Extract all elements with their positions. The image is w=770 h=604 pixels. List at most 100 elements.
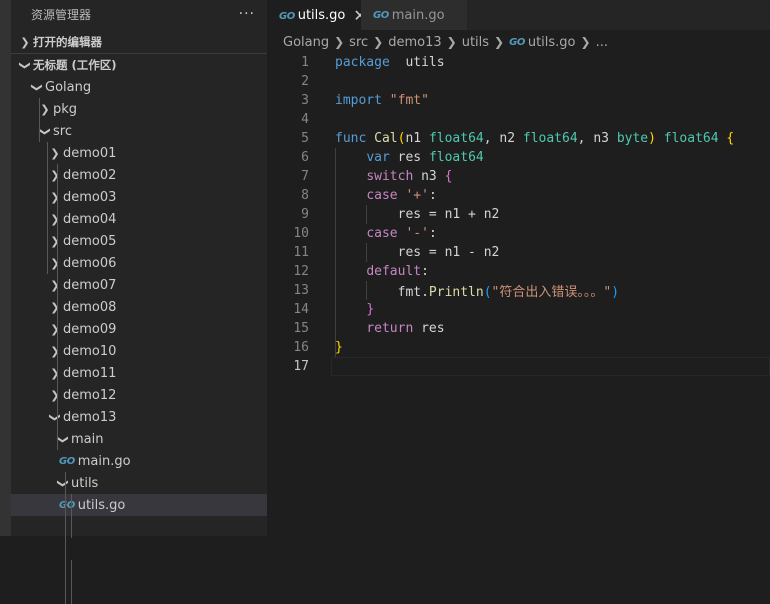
tree-item-label: demo01 bbox=[63, 145, 117, 161]
tree-folder-item[interactable]: ❯ demo07 bbox=[11, 274, 267, 296]
code-line[interactable]: 6 var res float64 bbox=[267, 148, 770, 167]
tree-folder-item[interactable]: ❯ demo10 bbox=[11, 340, 267, 362]
code-line[interactable]: 1 package utils bbox=[267, 53, 770, 72]
code-text: func Cal(n1 float64, n2 float64, n3 byte… bbox=[335, 131, 734, 146]
tree-folder-item[interactable]: ❯ demo03 bbox=[11, 186, 267, 208]
code-editor[interactable]: 1 package utils 2 3 import "fmt" 4 5 func Cal(n… bbox=[267, 53, 770, 376]
chevron-right-icon: ❯ bbox=[50, 234, 60, 248]
code-token: return bbox=[366, 321, 414, 336]
line-number: 7 bbox=[301, 169, 309, 184]
chevron-right-icon: ❯ bbox=[334, 35, 345, 49]
line-number: 2 bbox=[301, 74, 309, 89]
tab-label: main.go bbox=[391, 7, 445, 23]
code-token: , n2 bbox=[483, 131, 523, 146]
code-token: ) bbox=[611, 285, 620, 300]
code-line[interactable]: 5 func Cal(n1 float64, n2 float64, n3 byt… bbox=[267, 129, 770, 148]
code-line[interactable]: 12 default: bbox=[267, 262, 770, 281]
code-token: '+' bbox=[405, 188, 429, 203]
code-text: res = n1 + n2 bbox=[335, 207, 500, 222]
tree-item-label: utils.go bbox=[77, 497, 126, 513]
code-line[interactable]: 9 res = n1 + n2 bbox=[267, 205, 770, 224]
code-line[interactable]: 3 import "fmt" bbox=[267, 91, 770, 110]
code-line[interactable]: 8 case '+': bbox=[267, 186, 770, 205]
chevron-right-icon: ❯ bbox=[50, 190, 60, 204]
line-number: 16 bbox=[293, 340, 309, 355]
tree-folder-item[interactable]: ❯ Golang bbox=[11, 76, 267, 98]
code-token: var bbox=[366, 150, 390, 165]
tree-item-label: demo11 bbox=[63, 365, 117, 381]
code-token: } bbox=[335, 340, 343, 355]
code-line[interactable]: 14 } bbox=[267, 300, 770, 319]
breadcrumb-item[interactable]: demo13 bbox=[388, 35, 441, 50]
code-line[interactable]: 7 switch n3 { bbox=[267, 167, 770, 186]
code-line[interactable]: 2 bbox=[267, 72, 770, 91]
tree-item-label: demo08 bbox=[63, 299, 117, 315]
code-line[interactable]: 17 bbox=[267, 357, 770, 376]
tree-file-item[interactable]: GO main.go bbox=[11, 450, 267, 472]
tree-folder-item[interactable]: ❯ main bbox=[11, 428, 267, 450]
code-token: float64 bbox=[663, 131, 719, 146]
file-tree: ❯ Golang ❯ pkg ❯ src ❯ demo01 ❯ demo02 ❯ demo03 ❯ dem… bbox=[11, 76, 267, 604]
tree-item-label: main.go bbox=[77, 453, 131, 469]
tree-indent-guide bbox=[57, 164, 58, 450]
go-file-icon: GO bbox=[59, 455, 75, 467]
workspace-section[interactable]: ❯ 无标题 (工作区) bbox=[11, 54, 267, 76]
code-line[interactable]: 10 case '-': bbox=[267, 224, 770, 243]
open-editors-section[interactable]: ❯ 打开的编辑器 bbox=[11, 31, 267, 54]
code-text: case '+': bbox=[335, 188, 437, 203]
code-token: , n3 bbox=[577, 131, 617, 146]
tree-folder-item[interactable]: ❯ demo12 bbox=[11, 384, 267, 406]
tab-utils-go[interactable]: GOutils.go ✕ bbox=[267, 0, 367, 30]
line-number: 9 bbox=[301, 207, 309, 222]
tree-folder-item[interactable]: ❯ utils bbox=[11, 472, 267, 494]
chevron-right-icon: ❯ bbox=[50, 278, 60, 292]
code-token: : bbox=[428, 188, 437, 203]
tree-folder-item[interactable]: ❯ src bbox=[11, 120, 267, 142]
tree-folder-item[interactable]: ❯ demo05 bbox=[11, 230, 267, 252]
tree-folder-item[interactable]: ❯ demo06 bbox=[11, 252, 267, 274]
code-line[interactable]: 4 bbox=[267, 110, 770, 129]
tree-folder-item[interactable]: ❯ demo01 bbox=[11, 142, 267, 164]
breadcrumb-item[interactable]: utils.go bbox=[528, 35, 576, 50]
tree-folder-item[interactable]: ❯ demo04 bbox=[11, 208, 267, 230]
tree-folder-item[interactable]: ❯ pkg bbox=[11, 98, 267, 120]
more-actions-icon[interactable]: ··· bbox=[239, 6, 255, 22]
tree-folder-item[interactable]: ❯ demo09 bbox=[11, 318, 267, 340]
tree-folder-item[interactable]: ❯ demo08 bbox=[11, 296, 267, 318]
tree-item-label: demo09 bbox=[63, 321, 117, 337]
code-line[interactable]: 16} bbox=[267, 338, 770, 357]
tree-item-label: Golang bbox=[45, 79, 92, 95]
breadcrumb-item[interactable]: src bbox=[349, 35, 368, 50]
tree-folder-item[interactable]: ❯ demo13 bbox=[11, 406, 267, 428]
breadcrumb-item[interactable]: Golang bbox=[283, 35, 329, 50]
code-line[interactable]: 11 res = n1 - n2 bbox=[267, 243, 770, 262]
line-number: 17 bbox=[293, 359, 309, 374]
code-line[interactable]: 13 fmt.Println("符合出入错误。。。") bbox=[267, 281, 770, 300]
tree-file-item[interactable]: GO utils.go bbox=[11, 494, 267, 516]
code-token: package bbox=[335, 55, 390, 70]
tree-item-label: demo03 bbox=[63, 189, 117, 205]
code-token: : bbox=[421, 264, 429, 279]
code-token: case bbox=[366, 226, 398, 241]
line-number: 3 bbox=[301, 93, 309, 108]
tree-folder-item[interactable]: ❯ demo02 bbox=[11, 164, 267, 186]
chevron-right-icon: ❯ bbox=[50, 256, 60, 270]
tab-main-go[interactable]: GO main.go bbox=[361, 0, 467, 30]
explorer-header: 资源管理器 ··· bbox=[11, 0, 267, 28]
breadcrumb-item[interactable]: ... bbox=[596, 35, 608, 50]
chevron-down-icon: ❯ bbox=[56, 434, 70, 444]
code-line[interactable]: 15 return res bbox=[267, 319, 770, 338]
code-text: switch n3 { bbox=[335, 169, 452, 184]
tree-indent-guide bbox=[71, 494, 72, 538]
tree-item-label: demo02 bbox=[63, 167, 117, 183]
chevron-right-icon: ❯ bbox=[50, 344, 60, 358]
code-token: n3 bbox=[413, 169, 445, 184]
tree-folder-item[interactable]: ❯ demo11 bbox=[11, 362, 267, 384]
breadcrumb-item[interactable]: utils bbox=[462, 35, 489, 50]
tree-indent-guide bbox=[65, 472, 66, 604]
